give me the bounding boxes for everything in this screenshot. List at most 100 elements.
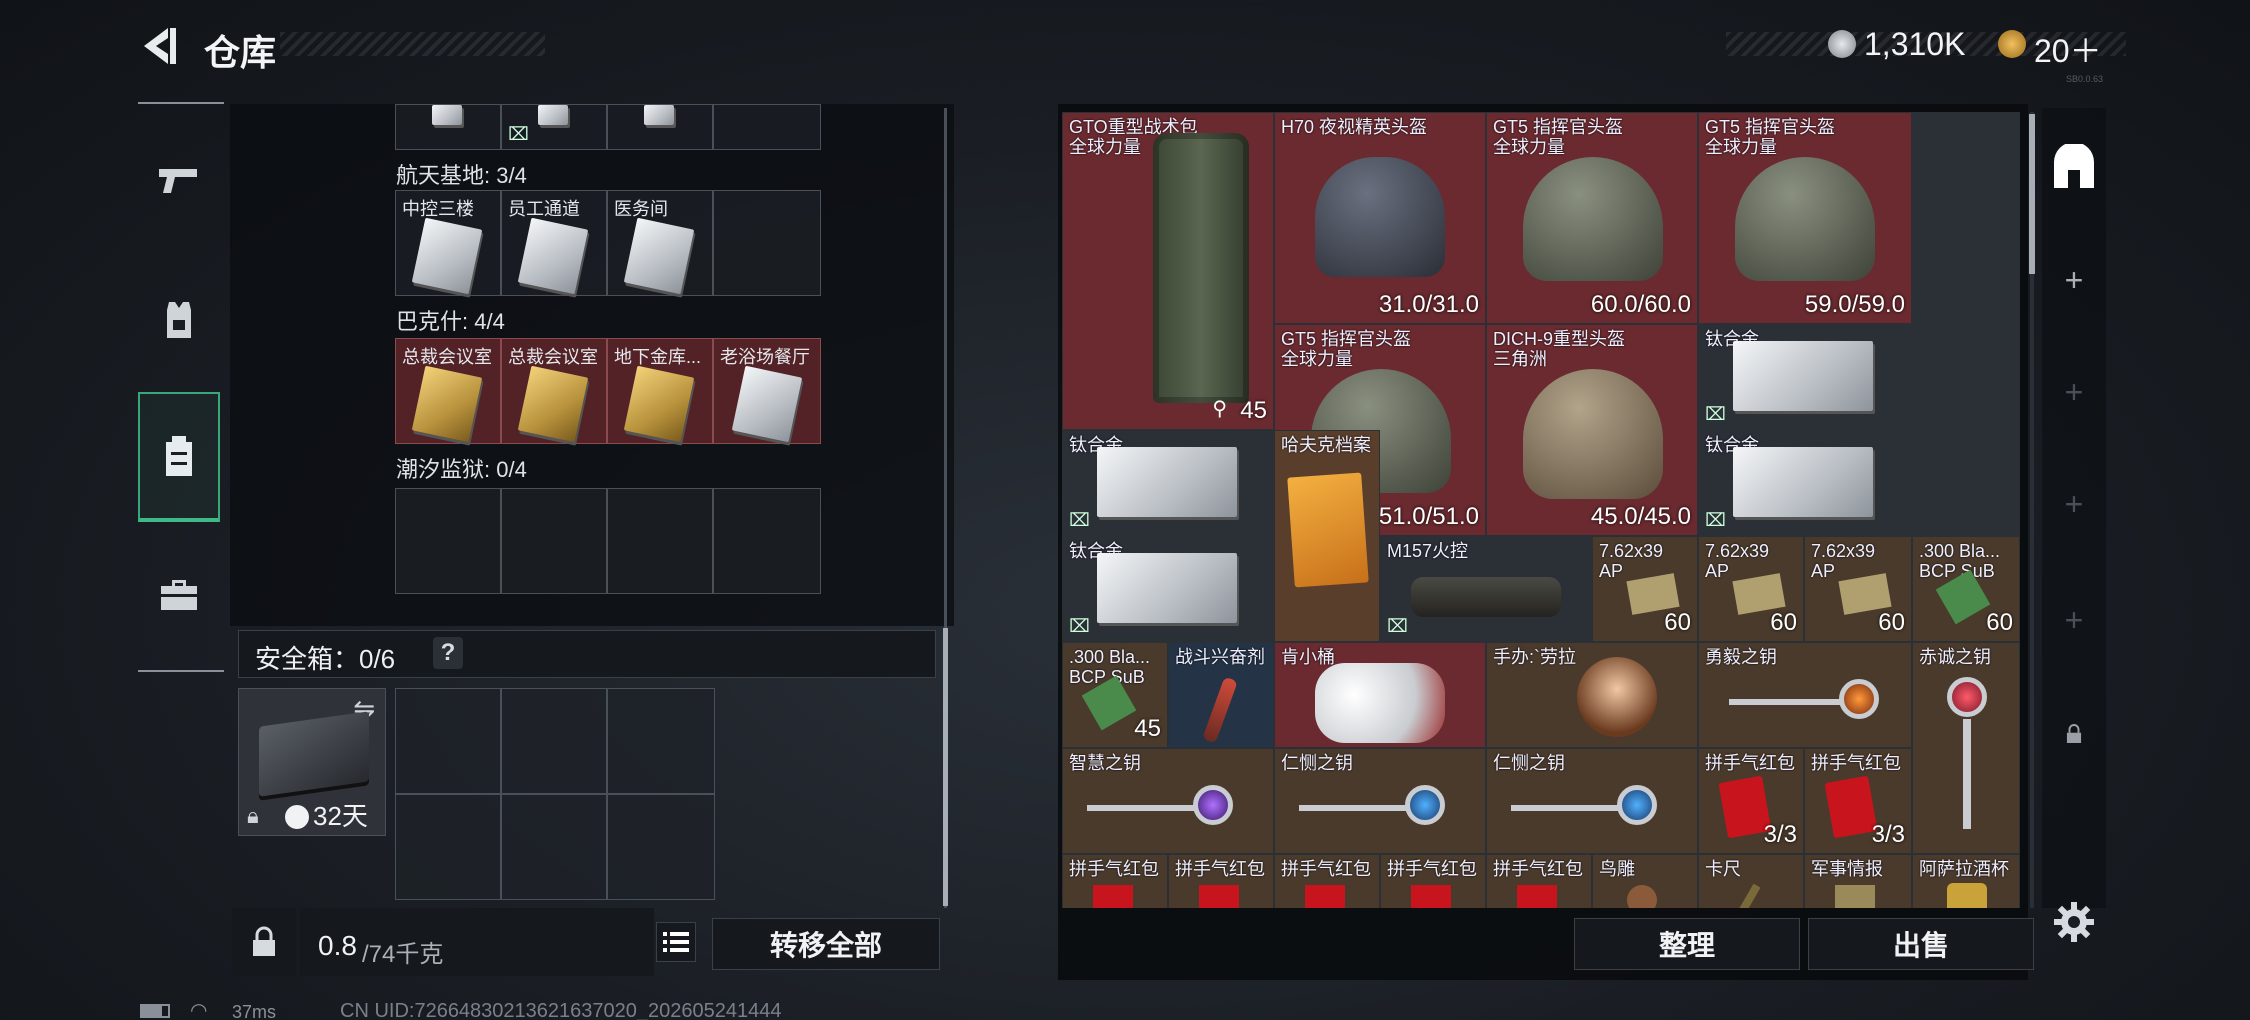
item-zhi-key[interactable]: 智慧之钥: [1062, 748, 1274, 854]
item-military-intel[interactable]: 军事情报: [1804, 854, 1912, 908]
back-button[interactable]: [138, 24, 182, 68]
tab-weapons[interactable]: [138, 115, 220, 245]
item-red-packet[interactable]: 拼手气红包 3/3: [1698, 748, 1804, 854]
item-gto-backpack[interactable]: GTO重型战术包 全球力量 ⚲ 45: [1062, 112, 1274, 430]
list-view-button[interactable]: [656, 922, 696, 962]
keycard-slot[interactable]: 总裁会议室: [501, 338, 607, 444]
scrollbar-left-thumb[interactable]: [943, 628, 948, 906]
item-titanium[interactable]: 钛合金 ⌧: [1698, 324, 1912, 430]
item-ammo[interactable]: .300 Bla... BCP SuB 60: [1912, 536, 2020, 642]
tab-gear[interactable]: [138, 255, 220, 385]
keycard-slot[interactable]: 医务间: [607, 190, 713, 296]
item-combat-stimulant[interactable]: 战斗兴奋剂: [1168, 642, 1274, 748]
settings-button[interactable]: [2052, 900, 2096, 944]
item-figure[interactable]: 手办:`劳拉: [1486, 642, 1698, 748]
keycard-slot[interactable]: 老浴场餐厅: [713, 338, 821, 444]
safe-box-slot[interactable]: [395, 688, 501, 794]
item-titanium[interactable]: 钛合金 ⌧: [1062, 430, 1274, 536]
transfer-all-button[interactable]: 转移全部: [712, 918, 940, 970]
clock-icon: [285, 805, 309, 829]
item-titanium[interactable]: 钛合金 ⌧: [1698, 430, 1912, 536]
item-bird-statue[interactable]: 鸟雕: [1592, 854, 1698, 908]
add-stash-tab[interactable]: +: [2047, 474, 2101, 534]
currency-amount: 1,310K: [1864, 26, 1966, 62]
keycard-slot-empty[interactable]: [713, 104, 821, 150]
item-ren-key[interactable]: 仁恻之钥: [1274, 748, 1486, 854]
gear-icon: [2054, 902, 2094, 942]
help-icon[interactable]: ?: [433, 637, 463, 669]
sidebar-top-line: [138, 102, 224, 104]
no-trade-icon: ⌧: [1069, 510, 1090, 530]
keycard-slot[interactable]: ⌧: [501, 104, 607, 150]
stash-tab-main[interactable]: [2047, 138, 2101, 198]
wifi-icon: ◠: [190, 1000, 208, 1020]
weight-capacity: /74千克: [362, 941, 444, 968]
keycard-slot-empty[interactable]: [501, 488, 607, 594]
safe-box-slot[interactable]: [395, 794, 501, 900]
keycard-slot[interactable]: 地下金库...: [607, 338, 713, 444]
sell-button[interactable]: 出售: [1808, 918, 2034, 970]
item-m157-scope[interactable]: M157火控 ⌧: [1380, 536, 1592, 642]
weight-current: 0.8: [318, 930, 357, 961]
item-caliper[interactable]: 卡尺: [1698, 854, 1804, 908]
item-h70-helmet[interactable]: H70 夜视精英头盔 31.0/31.0: [1274, 112, 1486, 324]
item-red-packet[interactable]: 拼手气红包: [1486, 854, 1592, 908]
safe-box-slot[interactable]: [501, 794, 607, 900]
keycard-slot-empty[interactable]: [607, 488, 713, 594]
sort-button[interactable]: 整理: [1574, 918, 1800, 970]
empty-slot[interactable]: [1912, 112, 2020, 324]
item-gt5-helmet[interactable]: GT5 指挥官头盔 全球力量 59.0/59.0: [1698, 112, 1912, 324]
scrollbar-right-thumb[interactable]: [2029, 114, 2035, 274]
item-ammo[interactable]: 7.62x39 AP 60: [1592, 536, 1698, 642]
item-chi-key[interactable]: 赤诚之钥: [1912, 642, 2020, 854]
keycard-slot[interactable]: [607, 104, 713, 150]
keycard-slot-empty[interactable]: [713, 190, 821, 296]
keycard-slot-empty[interactable]: [713, 488, 821, 594]
stash-lock-icon[interactable]: [2047, 704, 2101, 764]
keycard-slot[interactable]: [395, 104, 501, 150]
ticket-amount[interactable]: 20＋: [2034, 26, 2102, 72]
lock-icon: [2066, 724, 2082, 743]
safe-box-slot[interactable]: [501, 688, 607, 794]
sidebar-bottom-line: [138, 670, 224, 672]
title-stripe: [280, 32, 545, 56]
no-trade-icon: ⌧: [1705, 404, 1726, 424]
safe-box-timer: 32天: [313, 801, 368, 831]
item-dich-helmet[interactable]: DICH-9重型头盔 三角洲 45.0/45.0: [1486, 324, 1698, 536]
add-stash-tab[interactable]: +: [2047, 250, 2101, 310]
keycard-slot[interactable]: 总裁会议室: [395, 338, 501, 444]
item-yong-key[interactable]: 勇毅之钥: [1698, 642, 1912, 748]
safe-box-slot[interactable]: [607, 688, 715, 794]
empty-slot[interactable]: [1912, 324, 2020, 536]
safe-box-slot[interactable]: [607, 794, 715, 900]
helmet-image: [1735, 157, 1875, 281]
item-ammo[interactable]: .300 Bla... BCP SuB 45: [1062, 642, 1168, 748]
helmet-image: [1315, 157, 1445, 277]
item-titanium[interactable]: 钛合金 ⌧: [1062, 536, 1274, 642]
keycard-slot[interactable]: 中控三楼: [395, 190, 501, 296]
tab-backpack[interactable]: [138, 392, 220, 522]
item-red-packet[interactable]: 拼手气红包: [1274, 854, 1380, 908]
keycard-slot[interactable]: 员工通道: [501, 190, 607, 296]
item-ammo[interactable]: 7.62x39 AP 60: [1698, 536, 1804, 642]
backpack-lock-button[interactable]: [232, 908, 296, 976]
item-gt5-helmet[interactable]: GT5 指挥官头盔 全球力量 60.0/60.0: [1486, 112, 1698, 324]
item-ammo[interactable]: 7.62x39 AP 60: [1804, 536, 1912, 642]
item-ren-key[interactable]: 仁恻之钥: [1486, 748, 1698, 854]
safe-box-label: 安全箱：0/6: [255, 644, 396, 674]
lock-icon: 🔒︎: [247, 803, 259, 828]
add-stash-tab[interactable]: +: [2047, 590, 2101, 650]
item-haffk-archive[interactable]: 哈夫克档案: [1274, 430, 1380, 642]
item-red-packet[interactable]: 拼手气红包 3/3: [1804, 748, 1912, 854]
add-stash-tab[interactable]: +: [2047, 362, 2101, 422]
item-asala-cup[interactable]: 阿萨拉酒杯: [1912, 854, 2020, 908]
item-bucket[interactable]: 肯小桶: [1274, 642, 1486, 748]
item-red-packet[interactable]: 拼手气红包: [1168, 854, 1274, 908]
item-red-packet[interactable]: 拼手气红包: [1380, 854, 1486, 908]
tab-case[interactable]: [138, 530, 220, 660]
lock-icon: [253, 926, 275, 956]
item-red-packet[interactable]: 拼手气红包: [1062, 854, 1168, 908]
safe-box-item[interactable]: ⇋ 🔒︎ 32天: [238, 688, 386, 836]
keycard-slot-empty[interactable]: [395, 488, 501, 594]
section-label: 巴克什: 4/4: [396, 309, 505, 334]
